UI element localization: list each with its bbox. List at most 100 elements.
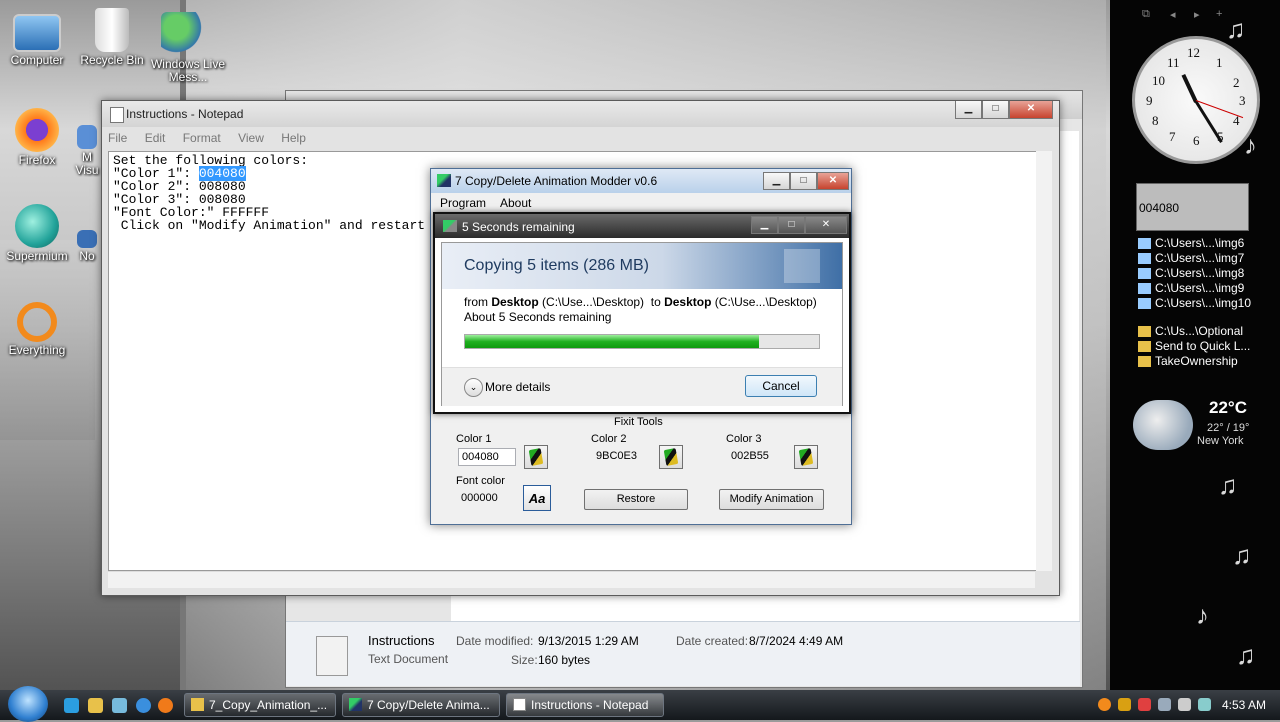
sidebar-file-item[interactable]: C:\Users\...\img9	[1138, 281, 1253, 296]
restore-button[interactable]: Restore	[584, 489, 688, 510]
menu-file[interactable]: File	[108, 131, 127, 145]
sidebar-file-item[interactable]: C:\Users\...\img10	[1138, 296, 1253, 311]
desktop-icon-partial-2[interactable]: No	[72, 230, 102, 263]
copy-dialog-titlebar[interactable]: 5 Seconds remaining ▁ □ ✕	[435, 214, 849, 238]
action-center-tray-icon[interactable]	[1198, 698, 1211, 711]
time-remaining: About 5 Seconds remaining	[464, 310, 612, 324]
close-button[interactable]: ✕	[817, 172, 849, 190]
taskbar-button-modder[interactable]: 7 Copy/Delete Anima...	[342, 693, 500, 717]
more-details-toggle[interactable]: More details	[485, 380, 550, 394]
internet-explorer-icon[interactable]	[136, 698, 151, 713]
sidebar-folder-item[interactable]: C:\Us...\Optional	[1138, 324, 1253, 339]
close-button[interactable]: ✕	[1009, 101, 1053, 119]
progress-fill	[465, 335, 759, 348]
horizontal-scrollbar[interactable]	[108, 571, 1035, 588]
copy-app-icon	[443, 220, 457, 232]
menu-edit[interactable]: Edit	[145, 131, 166, 145]
color2-input[interactable]: 9BC0E3	[593, 448, 651, 466]
media-player-icon[interactable]	[112, 698, 127, 713]
minimize-button[interactable]: ▁	[751, 216, 778, 234]
chevron-down-icon[interactable]: ⌄	[464, 378, 483, 397]
show-desktop-icon[interactable]	[64, 698, 79, 713]
image-file-icon	[1138, 283, 1151, 295]
sidebar-folder-item[interactable]: Send to Quick L...	[1138, 339, 1253, 354]
sidebar-file-item[interactable]: C:\Users\...\img8	[1138, 266, 1253, 281]
sidebar-restore-icon[interactable]: ⧉	[1142, 8, 1150, 21]
start-button[interactable]	[8, 686, 48, 722]
desktop-icon-recycle-bin[interactable]: Recycle Bin	[77, 8, 147, 67]
cancel-button[interactable]: Cancel	[745, 375, 817, 397]
color2-picker-button[interactable]	[659, 445, 683, 469]
maximize-button[interactable]: □	[778, 216, 805, 234]
color3-picker-button[interactable]	[794, 445, 818, 469]
copy-dialog-footer: ⌄ More details Cancel	[442, 367, 842, 406]
notepad-menubar: File Edit Format View Help	[108, 131, 320, 149]
destination-link[interactable]: Desktop	[664, 295, 711, 309]
sidebar-folder-item[interactable]: TakeOwnership	[1138, 354, 1253, 369]
folder-icon	[1138, 341, 1151, 353]
folder-icon	[191, 698, 204, 711]
desktop-icon-everything[interactable]: Everything	[2, 302, 72, 357]
sidebar-prev-icon[interactable]: ◂	[1170, 8, 1176, 21]
desktop-icon-partial-1[interactable]: M Visu	[72, 125, 102, 177]
copy-dialog-body: Copying 5 items (286 MB) from Desktop (C…	[441, 242, 843, 406]
color1-picker-button[interactable]	[524, 445, 548, 469]
modify-animation-button[interactable]: Modify Animation	[719, 489, 824, 510]
menu-about[interactable]: About	[500, 196, 531, 210]
explorer-icon[interactable]	[88, 698, 103, 713]
volume-tray-icon[interactable]	[1178, 698, 1191, 711]
network-tray-icon[interactable]	[1158, 698, 1171, 711]
notepad-titlebar[interactable]: Instructions - Notepad ▁ □ ✕	[102, 101, 1059, 127]
computer-icon	[13, 14, 61, 52]
desktop-icon-firefox[interactable]: Firefox	[2, 108, 72, 167]
banner-decoration	[784, 249, 820, 283]
messenger-icon	[161, 12, 205, 56]
minimize-button[interactable]: ▁	[955, 101, 982, 119]
font-color-input[interactable]: 000000	[458, 490, 516, 508]
desktop-icon-computer[interactable]: Computer	[2, 10, 72, 67]
sidebar-file-item[interactable]: C:\Users\...\img7	[1138, 251, 1253, 266]
modder-app-icon	[437, 174, 451, 187]
explorer-details-pane: Instructions Text Document Date modified…	[286, 621, 1080, 686]
rain-cloud-icon	[1133, 400, 1193, 450]
taskbar-clock[interactable]: 4:53 AM	[1222, 698, 1266, 712]
menu-view[interactable]: View	[238, 131, 264, 145]
music-note-icon: ♪	[1196, 600, 1209, 630]
modder-titlebar[interactable]: 7 Copy/Delete Animation Modder v0.6 ▁ □ …	[431, 169, 851, 193]
notepad-icon	[513, 698, 526, 711]
clipboard-gadget-value[interactable]: 004080	[1136, 183, 1249, 231]
everything-tray-icon[interactable]	[1098, 698, 1111, 711]
search-tray-icon[interactable]	[1118, 698, 1131, 711]
firefox-icon[interactable]	[158, 698, 173, 713]
recycle-bin-icon	[95, 8, 129, 52]
weather-gadget[interactable]: 22°C 22° / 19° New York	[1133, 396, 1251, 452]
color3-input[interactable]: 002B55	[728, 448, 786, 466]
eyedropper-icon	[663, 448, 679, 466]
copy-progress-bar	[464, 334, 820, 349]
modder-menubar: Program About	[431, 194, 851, 212]
tray-app-icon[interactable]	[1138, 698, 1151, 711]
copy-progress-dialog[interactable]: 5 Seconds remaining ▁ □ ✕ Copying 5 item…	[433, 212, 851, 414]
sidebar-next-icon[interactable]: ▸	[1194, 8, 1200, 21]
font-color-button[interactable]: Aa	[523, 485, 551, 511]
minimize-button[interactable]: ▁	[763, 172, 790, 190]
sidebar-add-gadget-icon[interactable]: +	[1216, 8, 1222, 20]
desktop-icon-supermium[interactable]: Supermium	[2, 204, 72, 263]
desktop-icon-windows-live-messenger[interactable]: Windows Live Mess...	[148, 12, 225, 84]
source-link[interactable]: Desktop	[491, 295, 538, 309]
everything-icon	[17, 302, 57, 342]
sidebar-file-item[interactable]: C:\Users\...\img6	[1138, 236, 1253, 251]
app-icon	[77, 230, 97, 248]
taskbar-button-notepad[interactable]: Instructions - Notepad	[506, 693, 664, 717]
menu-help[interactable]: Help	[281, 131, 306, 145]
taskbar-button-folder[interactable]: 7_Copy_Animation_...	[184, 693, 336, 717]
vertical-scrollbar[interactable]	[1036, 151, 1052, 571]
close-button[interactable]: ✕	[805, 216, 847, 234]
eyedropper-icon	[798, 448, 814, 466]
maximize-button[interactable]: □	[790, 172, 817, 190]
menu-format[interactable]: Format	[183, 131, 221, 145]
maximize-button[interactable]: □	[982, 101, 1009, 119]
color1-input[interactable]: 004080	[458, 448, 516, 466]
menu-program[interactable]: Program	[440, 196, 486, 210]
text-document-icon	[316, 636, 348, 676]
